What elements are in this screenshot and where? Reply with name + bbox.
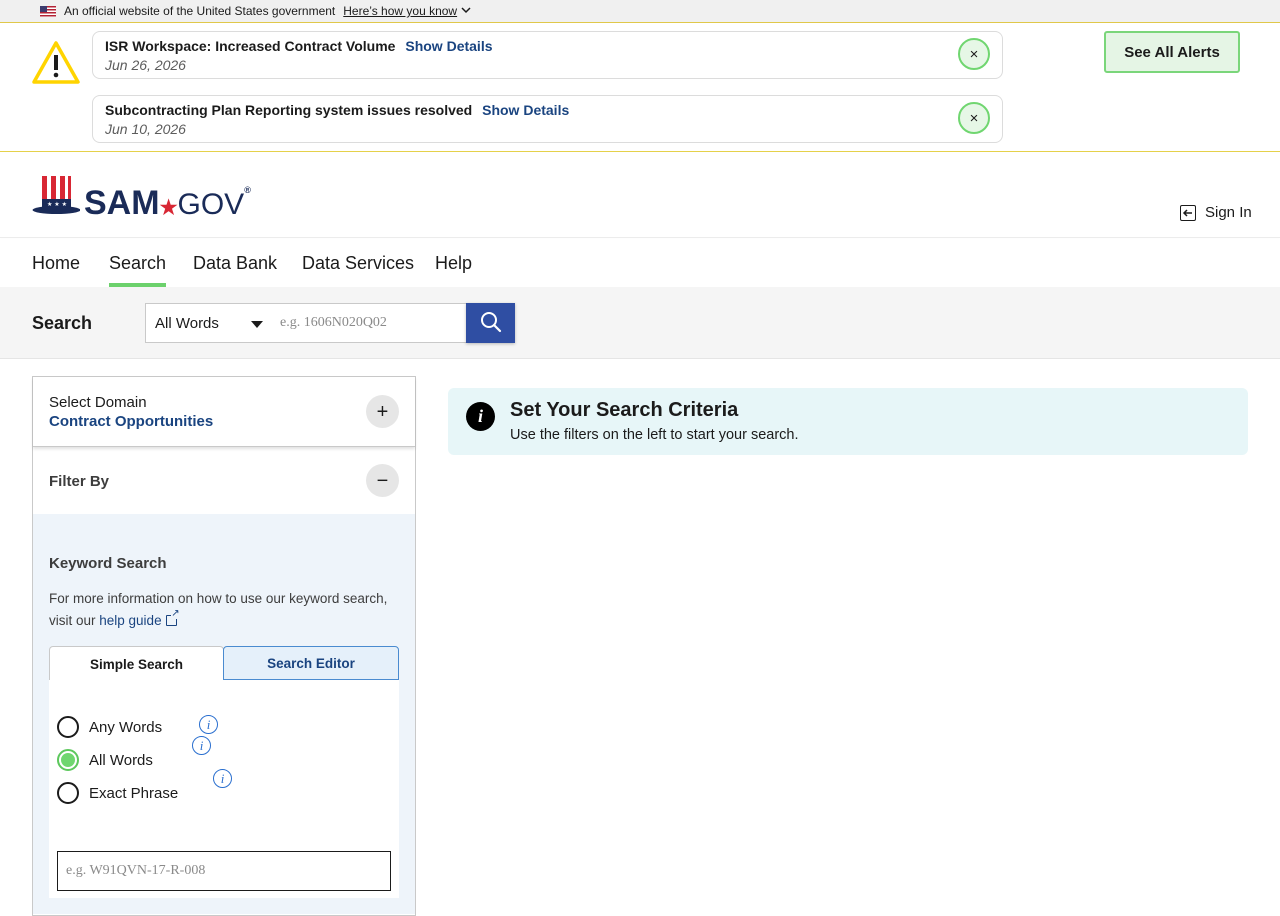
radio-label: Any Words xyxy=(89,718,163,736)
show-details-link[interactable]: Show Details xyxy=(405,38,492,54)
simple-search-panel: Any Words i All Words i Exact Phrase i xyxy=(49,680,399,898)
see-all-alerts-button[interactable]: See All Alerts xyxy=(1104,31,1240,73)
alert-title: ISR Workspace: Increased Contract Volume… xyxy=(105,38,493,54)
nav-help[interactable]: Help xyxy=(435,253,472,287)
filter-sidebar: Select Domain Contract Opportunities + F… xyxy=(32,376,416,916)
caret-down-icon xyxy=(251,321,263,328)
registered-mark: ® xyxy=(244,185,251,195)
radio-any-words[interactable]: Any Words xyxy=(57,716,162,738)
tab-simple-search[interactable]: Simple Search xyxy=(49,646,224,681)
radio-label: All Words xyxy=(89,751,153,769)
keyword-input[interactable] xyxy=(57,851,391,891)
sign-in-label: Sign In xyxy=(1205,204,1252,221)
chevron-down-icon xyxy=(461,6,471,17)
select-domain-label: Select Domain xyxy=(49,394,147,411)
heres-how-you-know-label: Here’s how you know xyxy=(343,4,458,18)
search-criteria-info-box: i Set Your Search Criteria Use the filte… xyxy=(448,388,1248,455)
alert-date: Jun 26, 2026 xyxy=(105,57,186,73)
alert-title-text: Subcontracting Plan Reporting system iss… xyxy=(105,102,473,118)
site-header: ★ ★ ★ SAM★GOV® Sign In xyxy=(0,152,1280,238)
main-nav: Home Search Data Bank Data Services Help xyxy=(0,239,1280,287)
radio-all-words[interactable]: All Words xyxy=(57,749,153,771)
logo-star-icon: ★ xyxy=(159,197,178,219)
search-mode-value: All Words xyxy=(155,315,219,332)
info-icon[interactable]: i xyxy=(213,769,232,788)
close-icon: × xyxy=(969,45,979,63)
minus-icon: − xyxy=(376,469,389,492)
radio-button[interactable] xyxy=(57,716,79,738)
radio-button[interactable] xyxy=(57,749,79,771)
plus-icon: + xyxy=(376,400,389,423)
logo-sam-text: SAM xyxy=(84,184,160,222)
info-icon[interactable]: i xyxy=(199,715,218,734)
close-alert-button[interactable]: × xyxy=(958,102,990,134)
nav-search[interactable]: Search xyxy=(109,253,167,287)
logo-wordmark: SAM★GOV® xyxy=(84,184,251,222)
us-flag-icon xyxy=(40,5,56,17)
alert-item: ISR Workspace: Increased Contract Volume… xyxy=(92,31,1003,79)
alert-title-text: ISR Workspace: Increased Contract Volume xyxy=(105,38,396,54)
close-icon: × xyxy=(969,109,979,127)
alert-title: Subcontracting Plan Reporting system iss… xyxy=(105,102,569,118)
sign-in-icon xyxy=(1180,204,1196,221)
help-guide-link[interactable]: help guide xyxy=(99,613,161,628)
filter-by-label: Filter By xyxy=(49,473,110,490)
close-alert-button[interactable]: × xyxy=(958,38,990,70)
info-box-text: Use the filters on the left to start you… xyxy=(510,427,799,443)
show-details-link[interactable]: Show Details xyxy=(482,102,569,118)
alerts-region: ISR Workspace: Increased Contract Volume… xyxy=(0,23,1280,152)
radio-label: Exact Phrase xyxy=(89,784,179,802)
search-bar: Search All Words xyxy=(0,287,1280,359)
info-icon[interactable]: i xyxy=(192,736,211,755)
alert-date: Jun 10, 2026 xyxy=(105,121,186,137)
select-domain-section[interactable]: Select Domain Contract Opportunities + xyxy=(33,377,415,447)
info-box-title: Set Your Search Criteria xyxy=(510,399,739,421)
tab-search-editor[interactable]: Search Editor xyxy=(223,646,399,680)
search-mode-select[interactable]: All Words xyxy=(145,303,272,343)
gov-banner-text: An official website of the United States… xyxy=(64,4,336,18)
nav-home[interactable]: Home xyxy=(32,253,80,287)
nav-data-bank[interactable]: Data Bank xyxy=(193,253,277,287)
keyword-search-panel: Keyword Search For more information on h… xyxy=(33,514,415,914)
info-icon: i xyxy=(466,402,495,431)
external-link-icon xyxy=(165,609,180,626)
keyword-search-title: Keyword Search xyxy=(49,555,167,572)
radio-button[interactable] xyxy=(57,782,79,804)
uncle-sam-hat-icon: ★ ★ ★ xyxy=(32,175,81,220)
search-input[interactable] xyxy=(271,303,467,343)
heres-how-you-know-link[interactable]: Here’s how you know xyxy=(343,4,471,18)
selected-domain: Contract Opportunities xyxy=(49,413,214,430)
expand-domain-button[interactable]: + xyxy=(366,395,399,428)
filter-by-section: Filter By − xyxy=(33,447,415,514)
search-icon xyxy=(480,311,502,336)
sam-gov-logo[interactable]: ★ ★ ★ SAM★GOV® xyxy=(32,175,251,220)
search-label: Search xyxy=(32,313,93,333)
radio-exact-phrase[interactable]: Exact Phrase xyxy=(57,782,178,804)
logo-gov-text: GOV xyxy=(177,188,245,221)
keyword-search-description: For more information on how to use our k… xyxy=(49,588,399,632)
alert-item: Subcontracting Plan Reporting system iss… xyxy=(92,95,1003,143)
warning-icon xyxy=(31,40,81,90)
search-button[interactable] xyxy=(466,303,515,343)
sign-in-button[interactable]: Sign In xyxy=(1180,204,1252,221)
nav-data-services[interactable]: Data Services xyxy=(302,253,414,287)
collapse-filter-button[interactable]: − xyxy=(366,464,399,497)
official-gov-banner: An official website of the United States… xyxy=(0,0,1280,23)
